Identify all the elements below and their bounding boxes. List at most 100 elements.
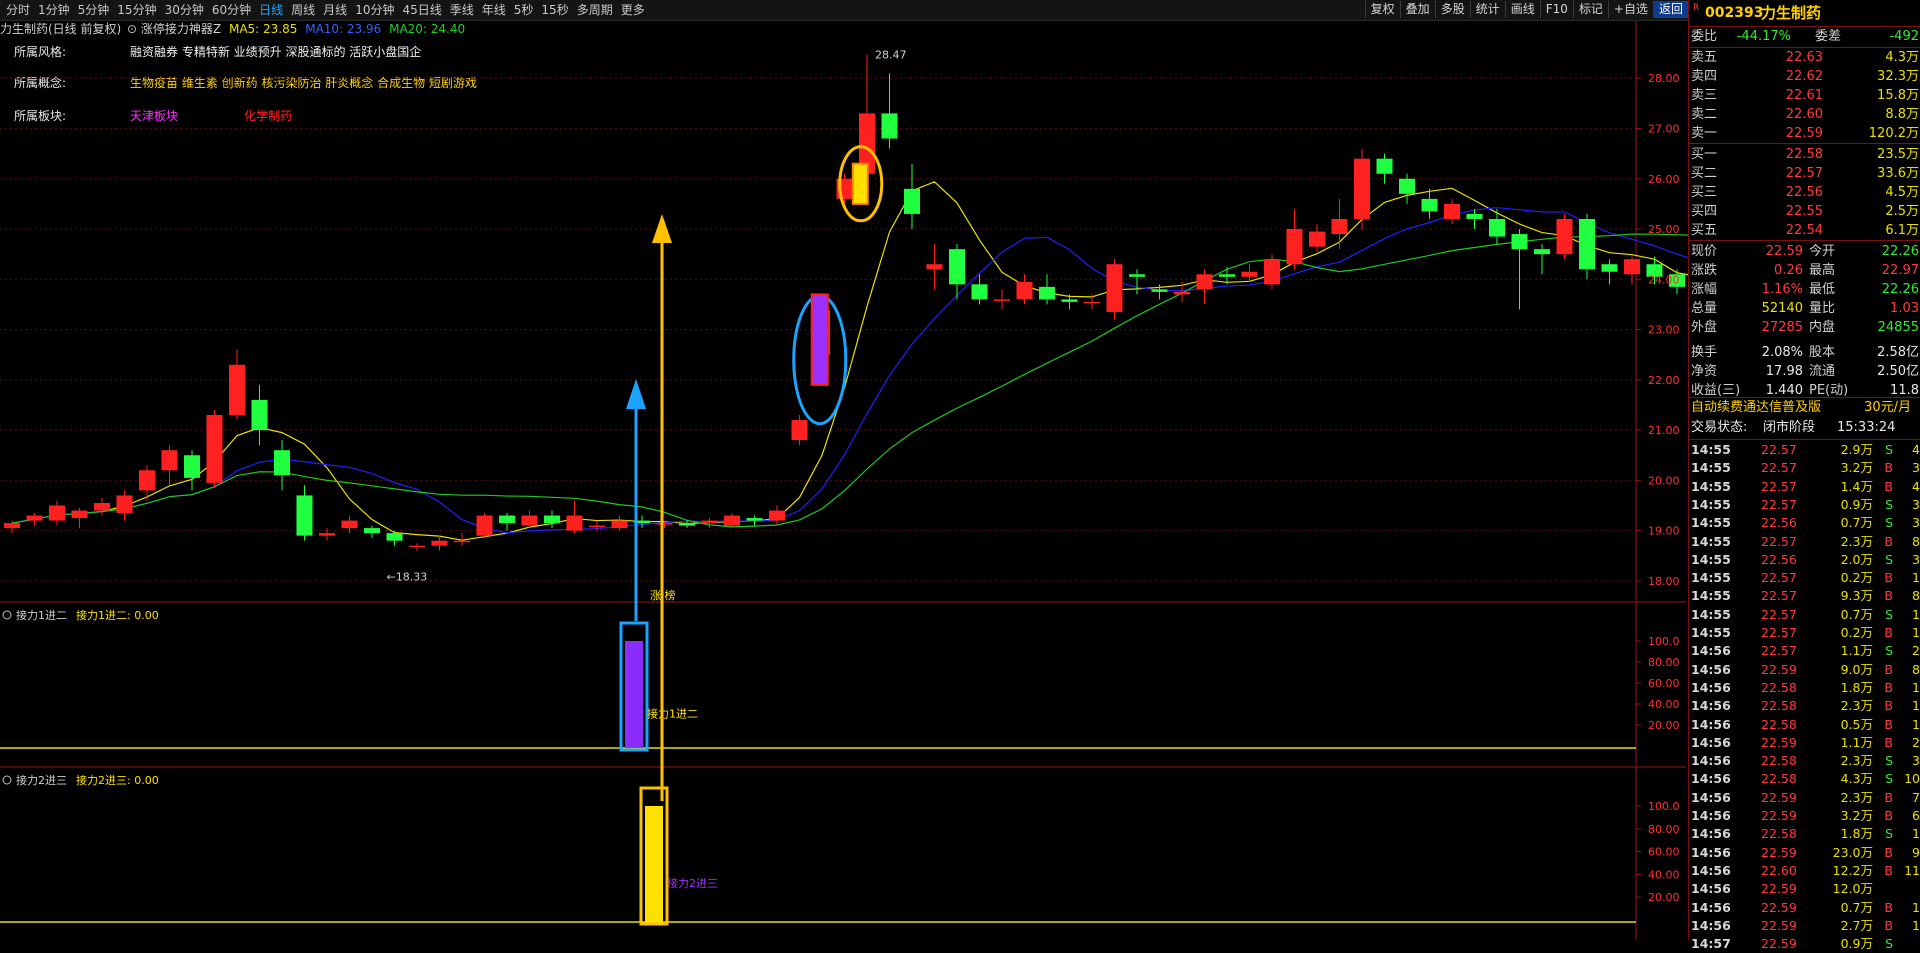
candle-body xyxy=(1534,249,1550,255)
bid-row[interactable]: 买四 22.55 2.5万 xyxy=(1689,202,1920,221)
candle-body xyxy=(1309,231,1325,247)
tick-count: 1 xyxy=(1912,716,1920,732)
period-tab[interactable]: 15分钟 xyxy=(113,2,160,18)
tick-price: 22.58 xyxy=(1761,716,1797,732)
period-tab[interactable]: 5分钟 xyxy=(74,2,114,18)
bid-row[interactable]: 买二 22.57 33.6万 xyxy=(1689,164,1920,183)
period-tab[interactable]: 更多 xyxy=(617,2,649,18)
bid-row[interactable]: 买五 22.54 6.1万 xyxy=(1689,221,1920,240)
tick-count: 8 xyxy=(1912,661,1920,677)
tick-volume: 0.9万 xyxy=(1840,496,1873,512)
period-tab[interactable]: 分时 xyxy=(2,2,34,18)
tick-price: 22.57 xyxy=(1761,478,1797,494)
tick-price: 22.58 xyxy=(1761,698,1797,714)
period-tab[interactable]: 30分钟 xyxy=(161,2,208,18)
candle-body xyxy=(1039,286,1055,300)
promo-text[interactable]: 自动续费通达信普及版 xyxy=(1691,398,1821,417)
detail-value: 52140 xyxy=(1761,301,1803,316)
tick-price: 22.59 xyxy=(1761,789,1797,805)
promo-row[interactable]: 自动续费通达信普及版 30元/月 xyxy=(1689,398,1920,417)
tick-row: 14:57 22.59 0.9万 S xyxy=(1689,935,1920,953)
panel2-axis-label: 100.0 xyxy=(1648,800,1680,813)
tick-price: 22.58 xyxy=(1761,753,1797,769)
ask-row[interactable]: 卖五 22.63 4.3万 xyxy=(1689,48,1920,67)
period-tab[interactable]: 多周期 xyxy=(573,2,617,18)
tick-side: S xyxy=(1885,936,1893,952)
tick-volume: 0.7万 xyxy=(1840,515,1873,531)
tool-button[interactable]: 返回 xyxy=(1652,1,1688,18)
tick-time: 14:56 xyxy=(1691,826,1731,842)
promo-price[interactable]: 30元/月 xyxy=(1864,398,1911,417)
tick-price: 22.57 xyxy=(1761,643,1797,659)
ask-row[interactable]: 卖一 22.59 120.2万 xyxy=(1689,124,1920,143)
detail-value: 2.08% xyxy=(1761,345,1803,360)
tool-button[interactable]: +自选 xyxy=(1607,1,1653,18)
tick-side: B xyxy=(1884,917,1893,933)
ask-row[interactable]: 卖三 22.61 15.8万 xyxy=(1689,86,1920,105)
tool-button[interactable]: 画线 xyxy=(1504,1,1540,18)
r-mark: R xyxy=(1693,3,1700,13)
bid-label: 买一 xyxy=(1691,147,1718,162)
period-tab[interactable]: 日线 xyxy=(255,2,287,18)
candle-body xyxy=(71,510,88,519)
tool-button[interactable]: 统计 xyxy=(1469,1,1505,18)
period-tab[interactable]: 1分钟 xyxy=(34,2,74,18)
tick-side: B xyxy=(1884,460,1893,476)
candle-body xyxy=(1579,218,1595,270)
tick-side: B xyxy=(1884,661,1893,677)
detail-label: 涨幅 xyxy=(1691,282,1718,297)
detail-label: 外盘 xyxy=(1691,320,1718,335)
ask-label: 卖四 xyxy=(1691,69,1718,84)
tick-count: 1 xyxy=(1912,606,1920,622)
detail-value: 1.03 xyxy=(1890,301,1919,316)
tool-button[interactable]: 复权 xyxy=(1364,1,1400,18)
tick-count: 3 xyxy=(1912,460,1920,476)
candle-body xyxy=(544,515,560,524)
kline-chart[interactable]: 28.00 27.00 26.00 25.00 24.00 23.00 22.00 21.00… xyxy=(0,21,1688,940)
tick-volume: 12.0万 xyxy=(1832,881,1873,897)
bid-label: 买三 xyxy=(1691,185,1718,200)
period-tab[interactable]: 60分钟 xyxy=(208,2,255,18)
tick-row: 14:55 22.57 2.3万 B 8 xyxy=(1689,533,1920,551)
detail-row: 现价 22.59 今开 22.26 xyxy=(1689,242,1920,261)
bid-row[interactable]: 买三 22.56 4.5万 xyxy=(1689,183,1920,202)
tick-count: 8 xyxy=(1912,533,1920,549)
candle-body xyxy=(1354,158,1370,219)
candle-body xyxy=(4,523,20,529)
tick-time: 14:56 xyxy=(1691,698,1731,714)
tick-price: 22.59 xyxy=(1761,661,1797,677)
tick-side: B xyxy=(1884,734,1893,750)
detail-row: 净资 17.98 流通 2.50亿 xyxy=(1689,362,1920,381)
tool-button[interactable]: 叠加 xyxy=(1399,1,1435,18)
period-tab[interactable]: 15秒 xyxy=(537,2,572,18)
candle-body xyxy=(1174,291,1190,295)
tick-volume: 2.3万 xyxy=(1840,789,1873,805)
period-tab[interactable]: 周线 xyxy=(287,2,319,18)
period-tab[interactable]: 10分钟 xyxy=(351,2,398,18)
candle-body xyxy=(1511,234,1528,250)
quote-title: R 002393 力生制药 xyxy=(1689,2,1920,24)
detail-label: 净资 xyxy=(1691,364,1718,379)
candle-body xyxy=(611,520,628,529)
period-tab[interactable]: 季线 xyxy=(446,2,478,18)
period-tab[interactable]: 年线 xyxy=(478,2,510,18)
tick-volume: 2.7万 xyxy=(1840,917,1873,933)
period-tab[interactable]: 45日线 xyxy=(398,2,445,18)
trade-status-row: 交易状态: 闭市阶段 15:33:24 xyxy=(1689,418,1920,437)
ask-row[interactable]: 卖四 22.62 32.3万 xyxy=(1689,67,1920,86)
tool-button[interactable]: F10 xyxy=(1539,1,1573,18)
period-tab[interactable]: 月线 xyxy=(319,2,351,18)
tick-price: 22.59 xyxy=(1761,917,1797,933)
panel-collapse-icon xyxy=(2,610,12,620)
bid-volume: 4.5万 xyxy=(1885,185,1919,200)
order-ratio-row: 委比 -44.17% 委差 -492 xyxy=(1689,27,1920,46)
period-tab[interactable]: 5秒 xyxy=(510,2,538,18)
candle-body xyxy=(724,515,740,526)
tool-button[interactable]: 多股 xyxy=(1434,1,1470,18)
blue-arrow-head xyxy=(626,379,646,409)
tick-count: 8 xyxy=(1912,588,1920,604)
ask-price: 22.63 xyxy=(1785,50,1823,65)
tool-button[interactable]: 标记 xyxy=(1572,1,1608,18)
bid-row[interactable]: 买一 22.58 23.5万 xyxy=(1689,145,1920,164)
ask-row[interactable]: 卖二 22.60 8.8万 xyxy=(1689,105,1920,124)
